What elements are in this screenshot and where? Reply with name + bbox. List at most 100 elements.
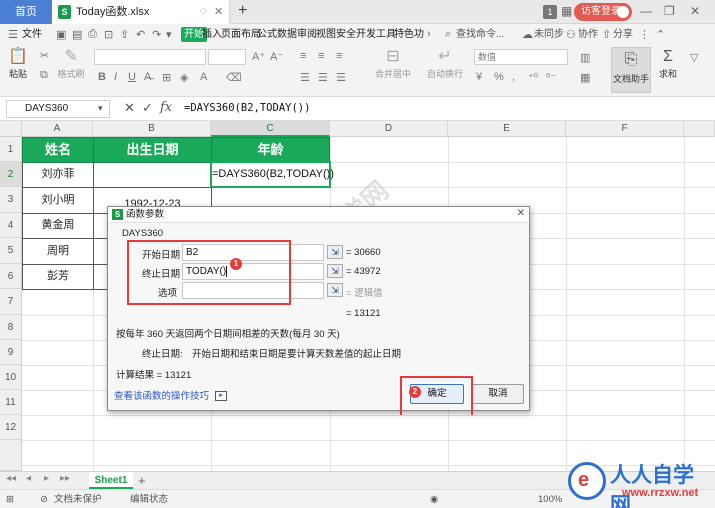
menu-tab-features[interactable]: 特色功 [394,24,424,45]
formula-input[interactable]: =DAYS360(B2,TODAY()) [184,100,310,116]
cell-a2[interactable]: 刘亦菲 [22,162,94,187]
align-right-icon[interactable]: ☰ [336,71,346,84]
row-header-7[interactable]: 7 [0,289,22,315]
underline-icon[interactable]: U [128,71,136,83]
redo-icon[interactable]: ↷ [152,28,161,41]
tab-file[interactable]: S Today函数.xlsx ◌ ✕ [52,0,230,24]
decrease-font-icon[interactable]: A⁻ [270,50,283,63]
pin-icon[interactable]: ◌ [200,5,207,17]
strikethrough-icon[interactable]: A̶ [144,71,151,83]
export-icon[interactable]: ⇪ [120,28,129,41]
name-box[interactable]: DAYS360 [6,100,110,118]
menu-tab-data[interactable]: 数据 [277,24,297,45]
font-color-icon[interactable]: A [200,71,207,83]
row-header-9[interactable]: 9 [0,340,22,365]
menu-tab-developer[interactable]: 开发工具 [356,24,396,45]
arg3-range-picker-icon[interactable]: ⇲ [327,283,343,297]
first-sheet-icon[interactable]: ◂◂ [6,473,16,484]
increase-decimal-icon[interactable]: ⁺⁰ [528,71,538,84]
arg2-range-picker-icon[interactable]: ⇲ [327,264,343,278]
row-header-1[interactable]: 1 [0,137,22,162]
border-icon[interactable]: ⊞ [162,71,171,84]
dialog-close-icon[interactable]: ✕ [517,208,525,219]
col-header-g[interactable] [684,121,715,137]
confirm-edit-icon[interactable]: ✓ [142,100,153,116]
conditional-format-icon[interactable]: ▥ [580,51,590,64]
col-header-f[interactable]: F [566,121,684,137]
font-size-select[interactable] [208,49,246,65]
collapse-ribbon-icon[interactable]: ⌃ [656,28,665,41]
col-header-a[interactable]: A [22,121,93,137]
currency-icon[interactable]: ¥ [476,71,482,83]
filter-icon[interactable]: ▽ [690,51,698,64]
cell-a4[interactable]: 黄金周 [22,213,94,238]
open-icon[interactable]: ▤ [72,28,82,41]
cell-a3[interactable]: 刘小明 [22,187,94,213]
search-icon[interactable]: ⌕ [445,28,451,41]
arg1-range-picker-icon[interactable]: ⇲ [327,245,343,259]
name-box-dropdown-icon[interactable]: ▾ [98,103,103,114]
cell-c2-formula[interactable]: =DAYS360(B2,TODAY()) [212,162,334,187]
percent-icon[interactable]: % [494,71,504,83]
table-style-icon[interactable]: ▦ [580,71,590,84]
add-sheet-button[interactable]: + [138,472,146,489]
last-sheet-icon[interactable]: ▸▸ [60,473,70,484]
login-button[interactable]: 访客登录 [574,3,632,21]
align-left-icon[interactable]: ☰ [300,71,310,84]
fx-icon[interactable]: fx [160,100,172,115]
merge-center-button[interactable]: ⊟ 合并居中 [372,47,414,80]
format-painter-button[interactable]: ✎ 格式刷 [56,47,86,80]
row-header-8[interactable]: 8 [0,315,22,340]
header-name[interactable]: 姓名 [22,137,94,163]
menu-tab-layout[interactable]: 页面布局 [221,24,261,45]
print-preview-icon[interactable]: ⊡ [104,28,113,41]
sync-status[interactable]: 未同步 [534,24,564,45]
print-icon[interactable]: ⎙ [88,28,97,41]
fill-color-icon[interactable]: ◈ [180,71,188,84]
tab-home[interactable]: 首页 [0,0,52,24]
grid-view-icon[interactable]: ▦ [561,4,572,18]
header-age[interactable]: 年龄 [211,137,330,163]
increase-font-icon[interactable]: A⁺ [252,50,265,63]
col-header-b[interactable]: B [93,121,211,137]
next-sheet-icon[interactable]: ▸ [44,473,49,484]
cancel-button[interactable]: 取消 [472,384,524,404]
protect-status[interactable]: 文档未保护 [54,490,102,508]
col-header-e[interactable]: E [448,121,566,137]
window-count-badge[interactable]: 1 [543,5,557,19]
clear-icon[interactable]: ⌫ [226,71,242,84]
font-name-select[interactable] [94,49,206,65]
menu-tab-formula[interactable]: 公式 [257,24,277,45]
col-header-d[interactable]: D [330,121,448,137]
doc-assistant-button[interactable]: ⎘ 文档助手 [611,47,651,93]
row-header-13[interactable] [0,440,22,471]
row-header-3[interactable]: 3 [0,187,22,213]
cell-a5[interactable]: 周明 [22,238,94,264]
decrease-decimal-icon[interactable]: ⁰⁻ [546,71,556,84]
menu-tab-insert[interactable]: 插入 [202,24,222,45]
more-icon[interactable]: ▾ [166,28,172,41]
macro-icon[interactable]: ⊞ [6,490,14,508]
menu-tab-review[interactable]: 审阅 [297,24,317,45]
close-window-icon[interactable]: ✕ [690,4,700,18]
dialog-title-bar[interactable]: S 函数参数 ✕ [108,207,529,223]
share-button[interactable]: 分享 [613,24,633,45]
cancel-edit-icon[interactable]: ✕ [124,100,135,116]
header-birthdate[interactable]: 出生日期 [93,137,212,163]
undo-icon[interactable]: ↶ [136,28,145,41]
paste-button[interactable]: 📋 粘贴 [6,47,30,80]
copy-icon[interactable]: ⧉ [40,69,48,82]
eye-icon[interactable]: ◉ [430,490,438,508]
row-header-12[interactable]: 12 [0,415,22,440]
prev-sheet-icon[interactable]: ◂ [26,473,31,484]
scroll-right-icon[interactable]: › [427,28,431,40]
collab-button[interactable]: 协作 [578,24,598,45]
minimize-icon[interactable]: — [640,4,652,18]
menu-tab-view[interactable]: 视图 [316,24,336,45]
align-center-icon[interactable]: ☰ [318,71,328,84]
hamburger-icon[interactable]: ☰ [8,28,18,41]
row-header-10[interactable]: 10 [0,365,22,390]
row-header-4[interactable]: 4 [0,213,22,238]
close-tab-icon[interactable]: ✕ [214,5,223,18]
sum-button[interactable]: Σ 求和 [656,47,680,80]
